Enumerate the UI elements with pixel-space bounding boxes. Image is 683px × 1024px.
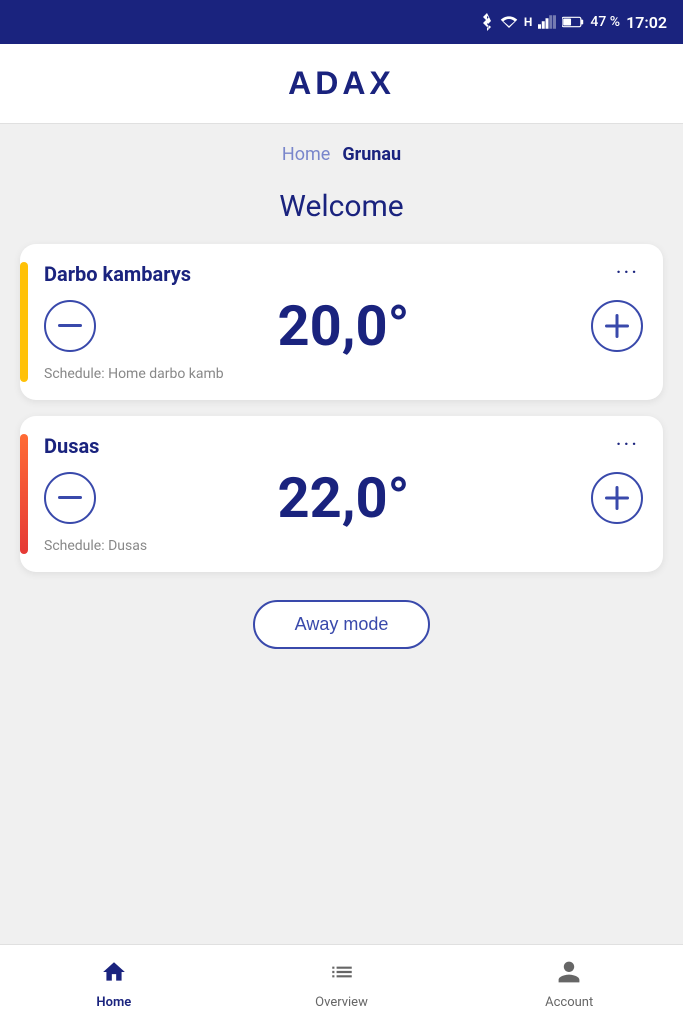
device-name-2: Dusas	[44, 434, 99, 458]
increase-btn-2[interactable]	[591, 472, 643, 524]
signal-icon	[538, 15, 556, 29]
device-card-dusas: Dusas ··· 22,0° Schedule: Dusas	[20, 416, 663, 572]
away-mode-container: Away mode	[0, 572, 683, 669]
schedule-label-1: Schedule: Home darbo kamb	[44, 366, 643, 382]
home-icon	[101, 959, 127, 991]
nav-item-overview[interactable]: Overview	[228, 959, 456, 1010]
card-controls-1: 20,0°	[44, 294, 643, 358]
person-icon	[556, 959, 582, 991]
card-header-2: Dusas ···	[44, 434, 643, 458]
more-button-1[interactable]: ···	[612, 263, 643, 285]
decrease-btn-2[interactable]	[44, 472, 96, 524]
temperature-2: 22,0°	[278, 470, 410, 526]
schedule-label-2: Schedule: Dusas	[44, 538, 643, 554]
breadcrumb: Home Grunau	[0, 124, 683, 175]
app-header: ADAX	[0, 44, 683, 124]
nav-label-account: Account	[545, 995, 593, 1010]
battery-percent: 47 %	[590, 14, 620, 30]
card-body-2: Dusas ··· 22,0° Schedule: Dusas	[44, 434, 643, 554]
status-bar: H 47 % 17:02	[0, 0, 683, 44]
device-name-1: Darbo kambarys	[44, 262, 191, 286]
bottom-nav: Home Overview Account	[0, 944, 683, 1024]
nav-label-overview: Overview	[315, 995, 368, 1010]
card-header-1: Darbo kambarys ···	[44, 262, 643, 286]
more-button-2[interactable]: ···	[612, 435, 643, 457]
adax-logo: ADAX	[288, 65, 395, 102]
card-accent-orange-red	[20, 434, 28, 554]
breadcrumb-home[interactable]: Home	[282, 144, 330, 165]
bluetooth-icon	[480, 13, 494, 31]
cards-container: Darbo kambarys ··· 20,0° Schedule: Home …	[0, 244, 683, 572]
battery-icon	[562, 16, 584, 28]
nav-item-home[interactable]: Home	[0, 959, 228, 1010]
welcome-title: Welcome	[0, 175, 683, 244]
decrease-btn-1[interactable]	[44, 300, 96, 352]
breadcrumb-current[interactable]: Grunau	[342, 144, 401, 165]
device-card-darbo-kambarys: Darbo kambarys ··· 20,0° Schedule: Home …	[20, 244, 663, 400]
card-controls-2: 22,0°	[44, 466, 643, 530]
temperature-1: 20,0°	[278, 298, 410, 354]
nav-item-account[interactable]: Account	[455, 959, 683, 1010]
main-content: Home Grunau Welcome Darbo kambarys ··· 2…	[0, 124, 683, 944]
card-body-1: Darbo kambarys ··· 20,0° Schedule: Home …	[44, 262, 643, 382]
away-mode-button[interactable]: Away mode	[253, 600, 431, 649]
wifi-icon	[500, 15, 518, 29]
nav-label-home: Home	[96, 995, 131, 1010]
list-icon	[329, 959, 355, 991]
card-accent-yellow	[20, 262, 28, 382]
time-display: 17:02	[626, 13, 667, 32]
increase-btn-1[interactable]	[591, 300, 643, 352]
h-icon: H	[524, 15, 532, 29]
